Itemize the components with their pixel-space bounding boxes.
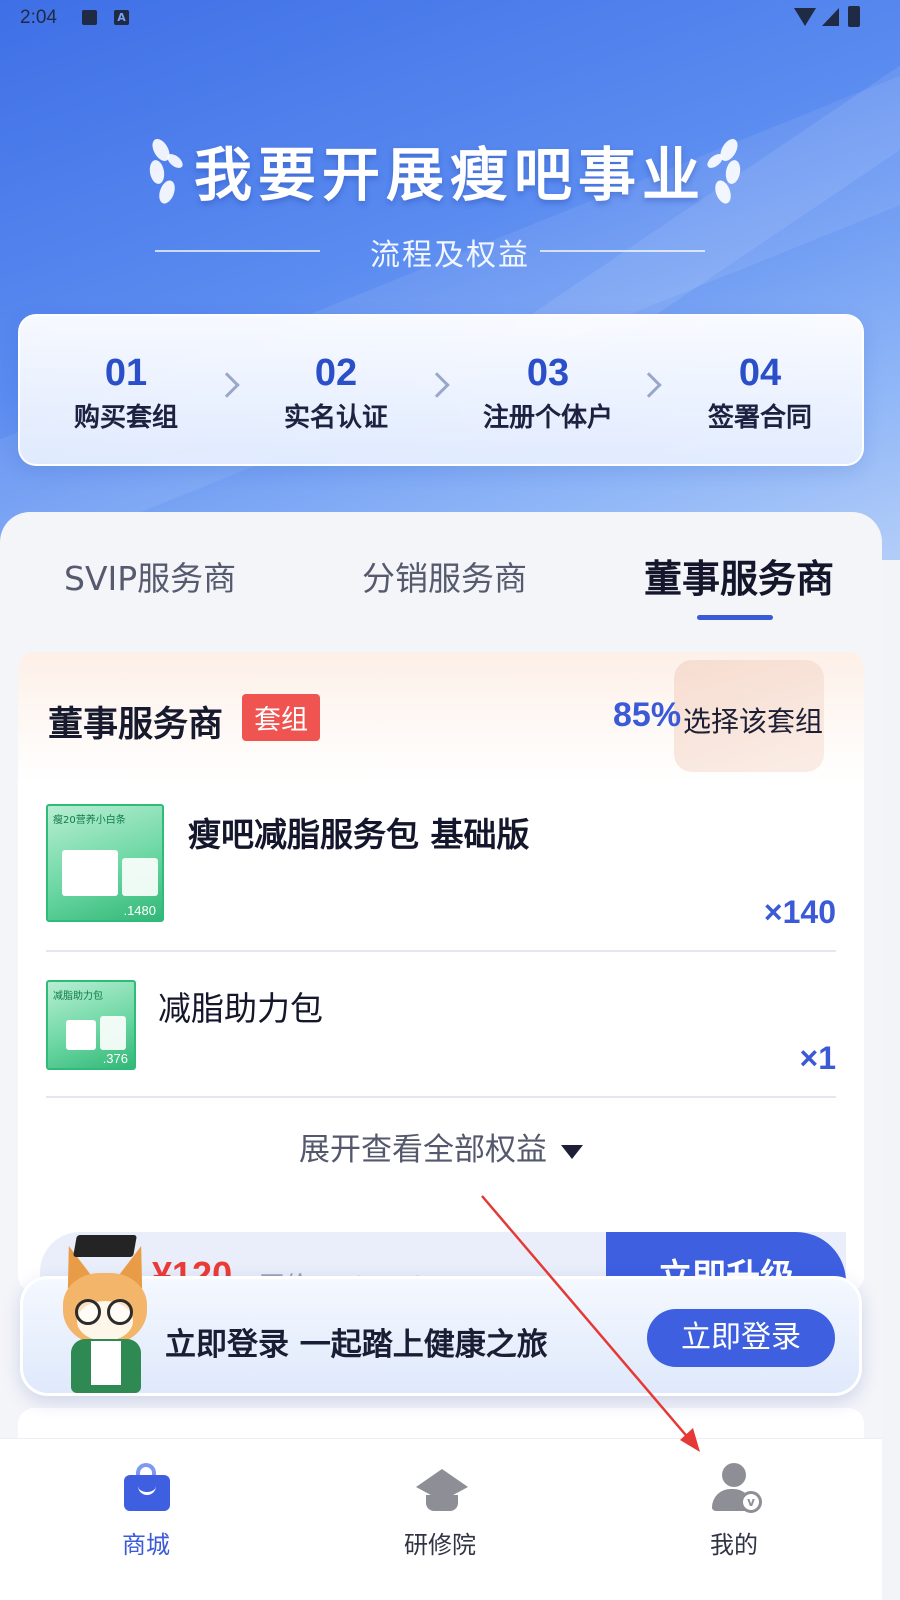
cap-base (426, 1495, 458, 1511)
status-bar: 2:04 A (0, 0, 900, 38)
tab-director[interactable]: 董事服务商 (644, 548, 834, 603)
step-number: 02 (314, 352, 358, 394)
list-item[interactable]: 减脂助力包 .376 减脂助力包 ×1 (46, 980, 836, 1098)
laurel-right-icon (700, 132, 742, 206)
product-thumbnail: 减脂助力包 .376 (46, 980, 136, 1070)
subtitle-divider-right (540, 250, 705, 252)
package-card: 董事服务商 套组 85% 选择该套组 瘦20营养小白条 .1480 瘦吧减脂服务… (18, 652, 864, 1292)
hero-subtitle: 流程及权益 (370, 238, 530, 273)
thumbnail-title: 减脂助力包 (53, 991, 103, 1002)
graduation-cap-icon (416, 1463, 468, 1511)
thumbnail-title: 瘦20营养小白条 (53, 815, 126, 826)
login-prompt-banner: 立即登录 一起踏上健康之旅 立即登录 (20, 1235, 862, 1396)
step-2: 02 实名认证 (236, 352, 436, 434)
caret-down-icon (561, 1144, 583, 1159)
status-time: 2:04 (20, 7, 57, 28)
thumbnail-price: .376 (102, 1051, 128, 1066)
package-title: 董事服务商 (48, 705, 224, 745)
mascot-shirt (91, 1341, 121, 1385)
product-quantity: ×1 (799, 1040, 836, 1076)
wifi-icon (794, 8, 816, 26)
tier-tabs: SVIP服务商 分销服务商 董事服务商 (0, 512, 882, 632)
cellular-signal-icon (822, 8, 839, 26)
image-notification-icon (82, 10, 97, 25)
bottom-navigation: 商城 研修院 v 我的 (0, 1438, 882, 1600)
divider (46, 1096, 836, 1098)
verified-check-icon: v (740, 1491, 762, 1513)
hero-banner: 2:04 A 我要开展瘦吧事业 流程及权益 01 购买套组 02 实名认证 03 (0, 0, 900, 560)
cap-top (416, 1469, 468, 1487)
list-item[interactable]: 瘦20营养小白条 .1480 瘦吧减脂服务包 基础版 ×140 (46, 804, 836, 950)
nav-label: 研修院 (404, 1531, 476, 1559)
expand-benefits-button[interactable]: 展开查看全部权益 (18, 1124, 864, 1169)
tab-distribution[interactable]: 分销服务商 (362, 552, 527, 600)
product-box (66, 1020, 96, 1050)
step-label: 实名认证 (283, 403, 388, 433)
nav-item-academy[interactable]: 研修院 (340, 1439, 540, 1600)
step-label: 签署合同 (707, 403, 812, 433)
step-label: 注册个体户 (482, 403, 613, 433)
process-steps: 01 购买套组 02 实名认证 03 注册个体户 04 签署合同 (18, 314, 864, 466)
expand-label: 展开查看全部权益 (299, 1132, 547, 1168)
divider (46, 950, 836, 952)
step-1: 01 购买套组 (26, 352, 226, 434)
mascot-glasses (107, 1299, 133, 1325)
step-number: 04 (738, 352, 782, 394)
shopping-bag-icon (122, 1463, 170, 1511)
thumbnail-price: .1480 (123, 903, 156, 918)
nav-label: 商城 (122, 1531, 170, 1559)
mascot-fox-icon (49, 1235, 161, 1395)
product-thumbnail: 瘦20营养小白条 .1480 (46, 804, 164, 922)
hero-title: 我要开展瘦吧事业 (193, 141, 706, 209)
package-header: 董事服务商 套组 85% 选择该套组 (18, 652, 864, 782)
main-panel: SVIP服务商 分销服务商 董事服务商 董事服务商 套组 85% 选择该套组 瘦… (0, 512, 882, 1600)
user-profile-icon: v (710, 1463, 762, 1513)
nav-item-shop[interactable]: 商城 (46, 1439, 246, 1600)
selection-percent-label: 选择该套组 (683, 705, 824, 738)
step-4: 04 签署合同 (660, 352, 860, 434)
login-prompt-text: 立即登录 一起踏上健康之旅 (165, 1327, 548, 1363)
tab-svip[interactable]: SVIP服务商 (64, 552, 236, 600)
nav-label: 我的 (710, 1531, 758, 1559)
step-number: 03 (526, 352, 570, 394)
product-name: 瘦吧减脂服务包 基础版 (188, 815, 530, 854)
battery-icon (848, 6, 860, 27)
step-number: 01 (104, 352, 148, 394)
step-label: 购买套组 (73, 403, 178, 433)
mascot-cap (73, 1235, 137, 1257)
nav-item-mine[interactable]: v 我的 (634, 1439, 834, 1600)
selection-percent: 85% (613, 696, 682, 734)
active-tab-indicator (697, 615, 773, 620)
step-3: 03 注册个体户 (448, 352, 648, 434)
mascot-glasses (75, 1299, 101, 1325)
app-notification-icon: A (114, 10, 129, 25)
product-sachets (100, 1016, 126, 1050)
user-head (722, 1463, 746, 1487)
product-quantity: ×140 (763, 894, 836, 930)
product-name: 减脂助力包 (158, 989, 323, 1028)
product-box (62, 850, 118, 896)
login-button[interactable]: 立即登录 (647, 1309, 835, 1367)
product-sachets (122, 858, 158, 896)
package-badge: 套组 (242, 694, 320, 741)
